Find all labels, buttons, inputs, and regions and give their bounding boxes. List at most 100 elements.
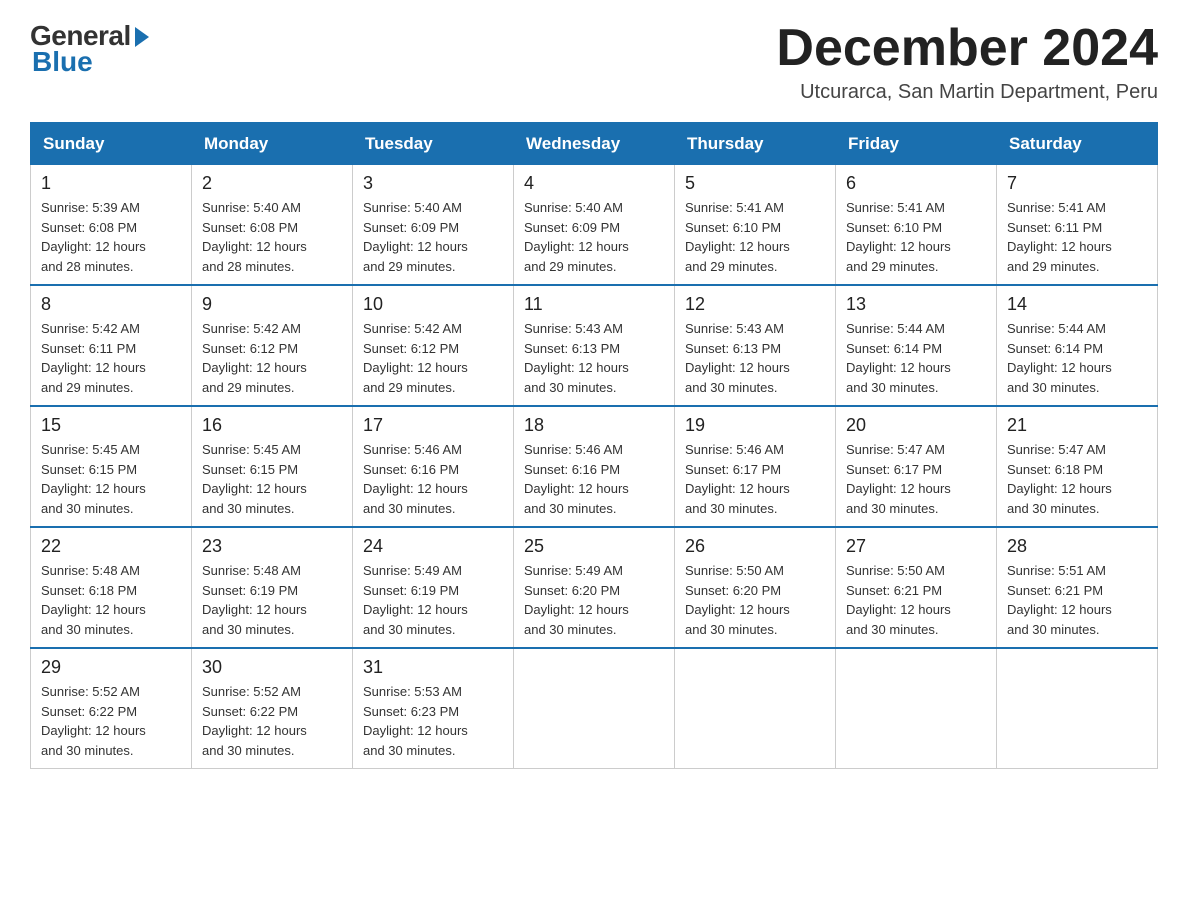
calendar-cell: [836, 648, 997, 769]
day-number: 30: [202, 657, 342, 678]
header-friday: Friday: [836, 123, 997, 165]
month-title: December 2024: [776, 20, 1158, 77]
day-number: 24: [363, 536, 503, 557]
title-section: December 2024 Utcurarca, San Martin Depa…: [776, 20, 1158, 104]
day-number: 14: [1007, 294, 1147, 315]
calendar-cell: 17 Sunrise: 5:46 AMSunset: 6:16 PMDayligh…: [353, 406, 514, 527]
day-info: Sunrise: 5:40 AMSunset: 6:08 PMDaylight:…: [202, 198, 342, 276]
calendar-cell: 2 Sunrise: 5:40 AMSunset: 6:08 PMDaylight…: [192, 165, 353, 286]
day-info: Sunrise: 5:41 AMSunset: 6:11 PMDaylight:…: [1007, 198, 1147, 276]
calendar-cell: 23 Sunrise: 5:48 AMSunset: 6:19 PMDayligh…: [192, 527, 353, 648]
day-number: 10: [363, 294, 503, 315]
day-number: 8: [41, 294, 181, 315]
day-info: Sunrise: 5:45 AMSunset: 6:15 PMDaylight:…: [202, 440, 342, 518]
header-thursday: Thursday: [675, 123, 836, 165]
day-info: Sunrise: 5:51 AMSunset: 6:21 PMDaylight:…: [1007, 561, 1147, 639]
day-info: Sunrise: 5:50 AMSunset: 6:21 PMDaylight:…: [846, 561, 986, 639]
calendar-cell: 18 Sunrise: 5:46 AMSunset: 6:16 PMDayligh…: [514, 406, 675, 527]
calendar-cell: 6 Sunrise: 5:41 AMSunset: 6:10 PMDaylight…: [836, 165, 997, 286]
day-number: 23: [202, 536, 342, 557]
day-info: Sunrise: 5:40 AMSunset: 6:09 PMDaylight:…: [524, 198, 664, 276]
day-number: 17: [363, 415, 503, 436]
day-info: Sunrise: 5:44 AMSunset: 6:14 PMDaylight:…: [1007, 319, 1147, 397]
day-info: Sunrise: 5:46 AMSunset: 6:17 PMDaylight:…: [685, 440, 825, 518]
header-sunday: Sunday: [31, 123, 192, 165]
calendar-week-row: 1 Sunrise: 5:39 AMSunset: 6:08 PMDaylight…: [31, 165, 1158, 286]
day-info: Sunrise: 5:48 AMSunset: 6:19 PMDaylight:…: [202, 561, 342, 639]
day-number: 6: [846, 173, 986, 194]
header-monday: Monday: [192, 123, 353, 165]
day-number: 4: [524, 173, 664, 194]
day-info: Sunrise: 5:46 AMSunset: 6:16 PMDaylight:…: [363, 440, 503, 518]
page-header: General Blue December 2024 Utcurarca, Sa…: [30, 20, 1158, 104]
calendar-cell: 11 Sunrise: 5:43 AMSunset: 6:13 PMDayligh…: [514, 285, 675, 406]
calendar-cell: 21 Sunrise: 5:47 AMSunset: 6:18 PMDayligh…: [997, 406, 1158, 527]
day-info: Sunrise: 5:52 AMSunset: 6:22 PMDaylight:…: [41, 682, 181, 760]
calendar-cell: 1 Sunrise: 5:39 AMSunset: 6:08 PMDaylight…: [31, 165, 192, 286]
day-number: 2: [202, 173, 342, 194]
calendar-cell: 27 Sunrise: 5:50 AMSunset: 6:21 PMDayligh…: [836, 527, 997, 648]
calendar-cell: 19 Sunrise: 5:46 AMSunset: 6:17 PMDayligh…: [675, 406, 836, 527]
day-info: Sunrise: 5:41 AMSunset: 6:10 PMDaylight:…: [846, 198, 986, 276]
calendar-cell: 26Sunrise: 5:50 AMSunset: 6:20 PMDayligh…: [675, 527, 836, 648]
calendar-cell: 5 Sunrise: 5:41 AMSunset: 6:10 PMDaylight…: [675, 165, 836, 286]
calendar-cell: 8 Sunrise: 5:42 AMSunset: 6:11 PMDaylight…: [31, 285, 192, 406]
day-number: 5: [685, 173, 825, 194]
calendar-cell: 13Sunrise: 5:44 AMSunset: 6:14 PMDayligh…: [836, 285, 997, 406]
calendar-cell: 9Sunrise: 5:42 AMSunset: 6:12 PMDaylight…: [192, 285, 353, 406]
calendar-week-row: 22Sunrise: 5:48 AMSunset: 6:18 PMDayligh…: [31, 527, 1158, 648]
day-number: 11: [524, 294, 664, 315]
day-number: 31: [363, 657, 503, 678]
day-info: Sunrise: 5:49 AMSunset: 6:20 PMDaylight:…: [524, 561, 664, 639]
day-info: Sunrise: 5:45 AMSunset: 6:15 PMDaylight:…: [41, 440, 181, 518]
header-tuesday: Tuesday: [353, 123, 514, 165]
calendar-cell: 28 Sunrise: 5:51 AMSunset: 6:21 PMDayligh…: [997, 527, 1158, 648]
day-number: 29: [41, 657, 181, 678]
day-info: Sunrise: 5:39 AMSunset: 6:08 PMDaylight:…: [41, 198, 181, 276]
day-number: 18: [524, 415, 664, 436]
calendar-cell: 31Sunrise: 5:53 AMSunset: 6:23 PMDayligh…: [353, 648, 514, 769]
day-info: Sunrise: 5:44 AMSunset: 6:14 PMDaylight:…: [846, 319, 986, 397]
day-number: 28: [1007, 536, 1147, 557]
header-saturday: Saturday: [997, 123, 1158, 165]
calendar-cell: 3Sunrise: 5:40 AMSunset: 6:09 PMDaylight…: [353, 165, 514, 286]
day-info: Sunrise: 5:43 AMSunset: 6:13 PMDaylight:…: [524, 319, 664, 397]
calendar-cell: 20Sunrise: 5:47 AMSunset: 6:17 PMDayligh…: [836, 406, 997, 527]
calendar-header-row: Sunday Monday Tuesday Wednesday Thursday…: [31, 123, 1158, 165]
location-text: Utcurarca, San Martin Department, Peru: [776, 81, 1158, 104]
day-number: 9: [202, 294, 342, 315]
day-number: 12: [685, 294, 825, 315]
calendar-cell: 30Sunrise: 5:52 AMSunset: 6:22 PMDayligh…: [192, 648, 353, 769]
day-info: Sunrise: 5:40 AMSunset: 6:09 PMDaylight:…: [363, 198, 503, 276]
calendar-cell: [675, 648, 836, 769]
day-info: Sunrise: 5:43 AMSunset: 6:13 PMDaylight:…: [685, 319, 825, 397]
day-info: Sunrise: 5:42 AMSunset: 6:11 PMDaylight:…: [41, 319, 181, 397]
calendar-cell: 15 Sunrise: 5:45 AMSunset: 6:15 PMDayligh…: [31, 406, 192, 527]
day-info: Sunrise: 5:47 AMSunset: 6:17 PMDaylight:…: [846, 440, 986, 518]
calendar-cell: 25Sunrise: 5:49 AMSunset: 6:20 PMDayligh…: [514, 527, 675, 648]
day-info: Sunrise: 5:46 AMSunset: 6:16 PMDaylight:…: [524, 440, 664, 518]
logo: General Blue: [30, 20, 149, 78]
day-info: Sunrise: 5:42 AMSunset: 6:12 PMDaylight:…: [363, 319, 503, 397]
day-number: 15: [41, 415, 181, 436]
calendar-week-row: 15 Sunrise: 5:45 AMSunset: 6:15 PMDayligh…: [31, 406, 1158, 527]
calendar-week-row: 29 Sunrise: 5:52 AMSunset: 6:22 PMDayligh…: [31, 648, 1158, 769]
calendar-cell: 24Sunrise: 5:49 AMSunset: 6:19 PMDayligh…: [353, 527, 514, 648]
calendar-cell: 29 Sunrise: 5:52 AMSunset: 6:22 PMDayligh…: [31, 648, 192, 769]
calendar-cell: 14 Sunrise: 5:44 AMSunset: 6:14 PMDayligh…: [997, 285, 1158, 406]
day-info: Sunrise: 5:41 AMSunset: 6:10 PMDaylight:…: [685, 198, 825, 276]
day-number: 19: [685, 415, 825, 436]
day-info: Sunrise: 5:47 AMSunset: 6:18 PMDaylight:…: [1007, 440, 1147, 518]
day-number: 21: [1007, 415, 1147, 436]
logo-blue-text: Blue: [32, 46, 93, 78]
day-number: 1: [41, 173, 181, 194]
calendar-cell: 16Sunrise: 5:45 AMSunset: 6:15 PMDayligh…: [192, 406, 353, 527]
calendar-cell: 7Sunrise: 5:41 AMSunset: 6:11 PMDaylight…: [997, 165, 1158, 286]
calendar-cell: 10 Sunrise: 5:42 AMSunset: 6:12 PMDayligh…: [353, 285, 514, 406]
calendar-cell: 4 Sunrise: 5:40 AMSunset: 6:09 PMDaylight…: [514, 165, 675, 286]
day-info: Sunrise: 5:48 AMSunset: 6:18 PMDaylight:…: [41, 561, 181, 639]
calendar-cell: 12 Sunrise: 5:43 AMSunset: 6:13 PMDayligh…: [675, 285, 836, 406]
day-number: 26: [685, 536, 825, 557]
day-number: 27: [846, 536, 986, 557]
logo-arrow-icon: [135, 27, 149, 47]
